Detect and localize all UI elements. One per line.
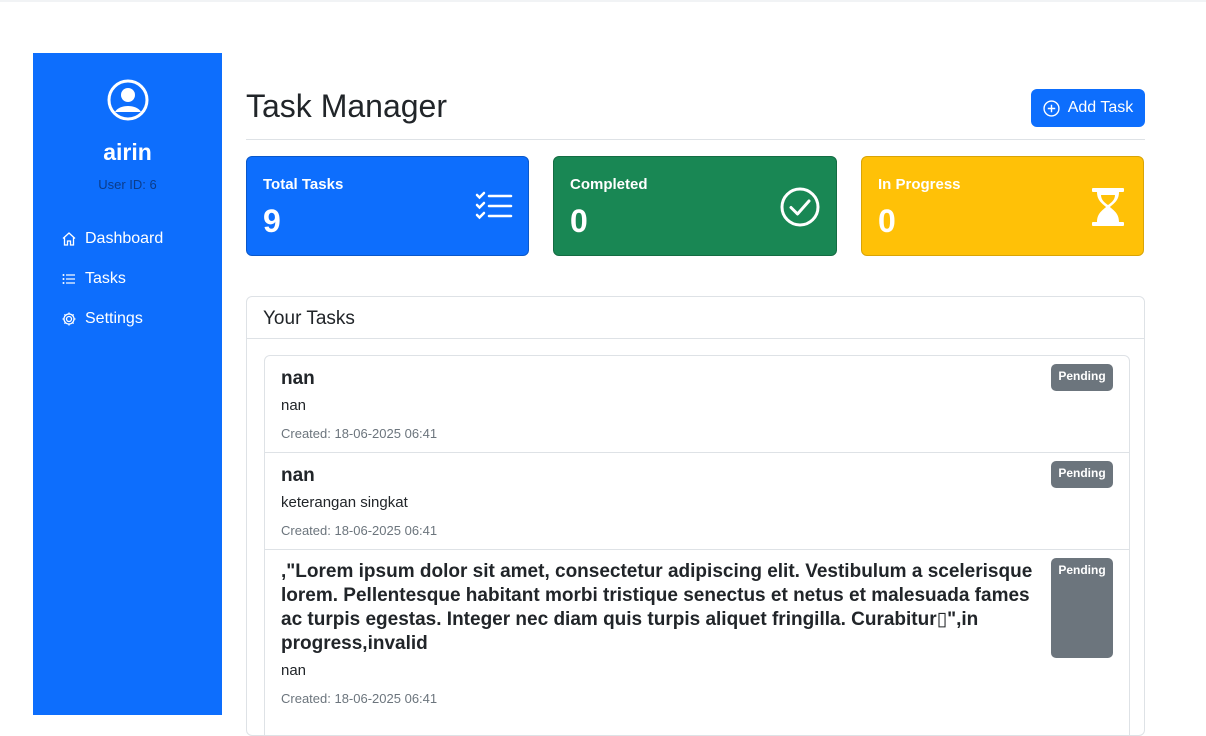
stat-label: Completed bbox=[570, 176, 648, 193]
stat-value: 9 bbox=[263, 203, 281, 239]
user-id: User ID: 6 bbox=[98, 177, 157, 192]
add-task-button[interactable]: Add Task bbox=[1031, 89, 1145, 127]
house-icon bbox=[62, 232, 76, 246]
sidebar-item-dashboard[interactable]: Dashboard bbox=[61, 229, 163, 249]
tasks-card-header: Your Tasks bbox=[247, 297, 1144, 339]
sidebar-item-label: Settings bbox=[85, 310, 143, 327]
task-created: Created: 18-06-2025 06:41 bbox=[281, 426, 438, 441]
sidebar-item-label: Dashboard bbox=[85, 230, 164, 247]
stat-label: Total Tasks bbox=[263, 176, 344, 193]
tasks-card-title: Your Tasks bbox=[263, 308, 355, 329]
gear-icon bbox=[62, 312, 76, 326]
sidebar-item-label: Tasks bbox=[85, 270, 126, 287]
task-created: Created: 18-06-2025 06:41 bbox=[281, 523, 438, 538]
stat-card-in-progress: In Progress 0 bbox=[861, 156, 1144, 256]
task-title: nan bbox=[281, 368, 315, 389]
stat-value: 0 bbox=[878, 203, 896, 239]
task-item[interactable]: ,"Lorem ipsum dolor sit amet, consectetu… bbox=[265, 550, 1129, 735]
status-badge: Pending bbox=[1051, 558, 1113, 658]
add-task-label: Add Task bbox=[1067, 99, 1134, 116]
top-border bbox=[0, 0, 1206, 2]
plus-circle-icon bbox=[1043, 99, 1060, 117]
page-title: Task Manager bbox=[246, 88, 447, 124]
task-item[interactable]: nan keterangan singkat Created: 18-06-20… bbox=[265, 453, 1129, 550]
tasks-card: Your Tasks nan nan Created: 18-06-2025 0… bbox=[246, 296, 1145, 736]
hourglass-icon bbox=[1092, 188, 1124, 226]
stat-label: In Progress bbox=[878, 176, 961, 193]
task-title: ,"Lorem ipsum dolor sit amet, consectetu… bbox=[281, 561, 1033, 654]
task-item[interactable]: nan nan Created: 18-06-2025 06:41 Pendin… bbox=[265, 356, 1129, 453]
status-badge: Pending bbox=[1051, 364, 1113, 391]
task-description: nan bbox=[281, 397, 307, 414]
check-circle-icon bbox=[780, 187, 820, 227]
task-description: nan bbox=[281, 662, 307, 679]
task-list: nan nan Created: 18-06-2025 06:41 Pendin… bbox=[264, 355, 1130, 735]
sidebar: airin User ID: 6 Dashboard Tasks Setting… bbox=[33, 53, 222, 715]
user-avatar-icon[interactable] bbox=[107, 79, 149, 121]
task-created: Created: 18-06-2025 06:41 bbox=[281, 691, 438, 706]
list-icon bbox=[62, 274, 75, 284]
sidebar-item-tasks[interactable]: Tasks bbox=[61, 269, 163, 289]
task-title: nan bbox=[281, 465, 315, 486]
sidebar-item-settings[interactable]: Settings bbox=[61, 309, 163, 329]
stat-card-total: Total Tasks 9 bbox=[246, 156, 529, 256]
sidebar-nav: Dashboard Tasks Settings bbox=[61, 229, 163, 349]
stat-card-completed: Completed 0 bbox=[553, 156, 837, 256]
header-divider bbox=[246, 139, 1145, 140]
stat-value: 0 bbox=[570, 203, 588, 239]
status-badge: Pending bbox=[1051, 461, 1113, 488]
checklist-icon bbox=[475, 191, 513, 220]
task-description: keterangan singkat bbox=[281, 494, 408, 511]
username: airin bbox=[103, 139, 152, 165]
